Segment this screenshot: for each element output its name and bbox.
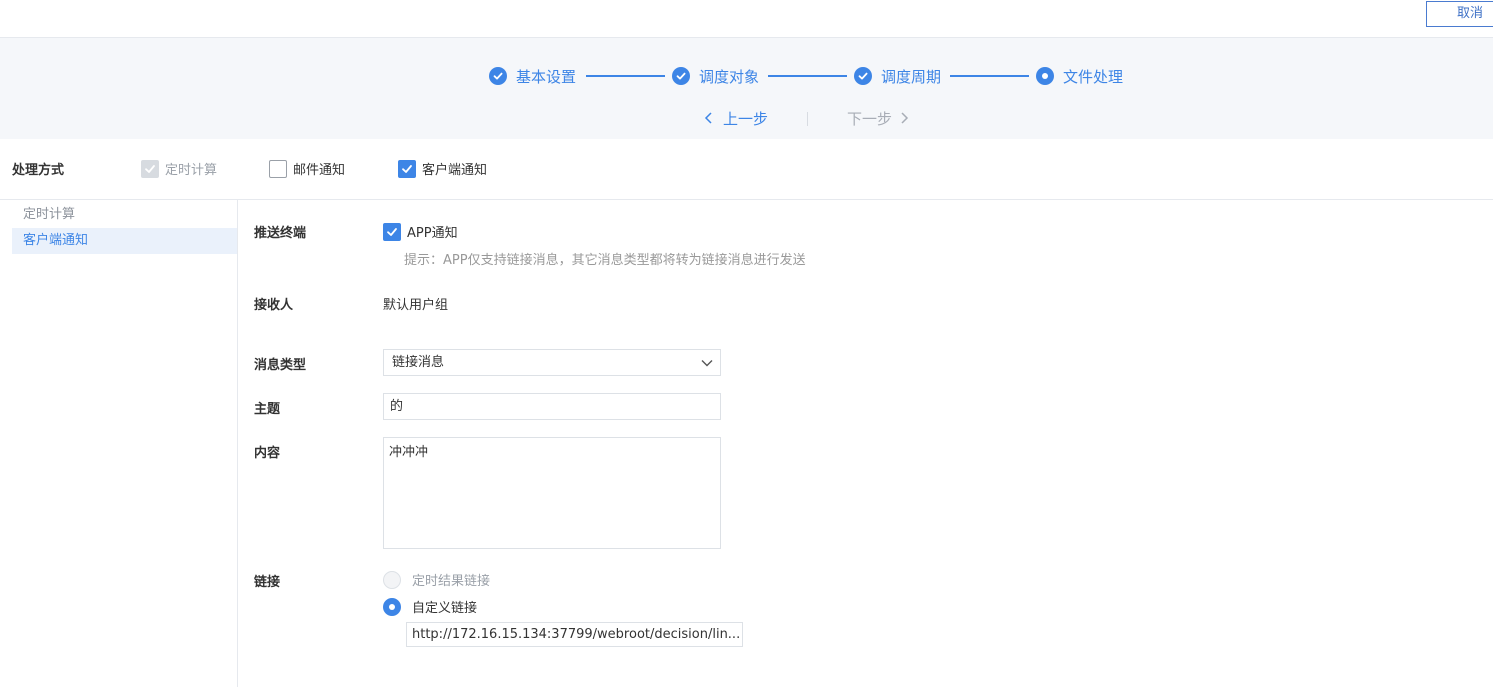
method-client-checkbox[interactable]: 客户端通知	[398, 159, 487, 178]
link-label: 链接	[254, 575, 281, 590]
step-basic-settings[interactable]: 基本设置	[489, 65, 576, 87]
method-email-checkbox[interactable]: 邮件通知	[269, 159, 345, 178]
cancel-button[interactable]: 取消	[1426, 1, 1493, 27]
message-type-value: 链接消息	[392, 355, 445, 370]
checkbox-label: 定时计算	[165, 163, 218, 178]
sidebar-item-client-notify[interactable]: 客户端通知	[12, 228, 237, 254]
top-bar: 取消	[0, 0, 1493, 38]
radio-selected-icon	[383, 597, 401, 616]
method-timed-calc-checkbox[interactable]: 定时计算	[141, 159, 217, 178]
check-circle-icon	[489, 67, 507, 85]
checkbox-checked-icon	[141, 159, 159, 178]
chevron-down-icon	[701, 360, 713, 367]
link-custom-radio[interactable]: 自定义链接	[383, 597, 477, 616]
checkbox-unchecked-icon	[269, 159, 287, 178]
receiver-value: 默认用户组	[383, 298, 449, 313]
wizard-steps: 基本设置 调度对象 调度周期 文件处理 上一步 下一步	[0, 38, 1493, 139]
step-label: 调度周期	[881, 67, 942, 86]
nav-divider	[807, 112, 808, 126]
current-step-icon	[1036, 67, 1054, 85]
sidebar-item-timed-calc[interactable]: 定时计算	[12, 202, 237, 228]
content-textarea[interactable]: 冲冲冲	[383, 437, 721, 549]
checkbox-label: 邮件通知	[293, 163, 346, 178]
subject-input[interactable]: 的	[383, 393, 721, 420]
checkbox-label: 客户端通知	[422, 163, 488, 178]
processing-method-row: 处理方式 定时计算 邮件通知 客户端通知	[0, 139, 1493, 200]
checkbox-checked-icon	[383, 222, 401, 241]
radio-label: 定时结果链接	[412, 574, 491, 589]
check-circle-icon	[672, 67, 690, 85]
custom-link-input[interactable]: http://172.16.15.134:37799/webroot/decis…	[406, 622, 743, 647]
checkbox-label: APP通知	[407, 226, 458, 241]
step-label: 基本设置	[516, 67, 577, 86]
content-label: 内容	[254, 446, 281, 461]
radio-unselected-icon	[383, 570, 401, 589]
step-schedule-period[interactable]: 调度周期	[854, 65, 941, 87]
push-terminal-label: 推送终端	[254, 226, 307, 241]
prev-step-button[interactable]: 上一步	[703, 108, 768, 128]
step-schedule-target[interactable]: 调度对象	[672, 65, 759, 87]
next-step-button[interactable]: 下一步	[847, 108, 910, 128]
checkbox-checked-icon	[398, 159, 416, 178]
push-terminal-hint: 提示：APP仅支持链接消息，其它消息类型都将转为链接消息进行发送	[404, 253, 806, 268]
subject-label: 主题	[254, 402, 281, 417]
step-connector	[586, 75, 665, 77]
receiver-label: 接收人	[254, 298, 294, 313]
processing-method-label: 处理方式	[12, 163, 65, 178]
chevron-left-icon	[704, 112, 712, 124]
step-file-processing[interactable]: 文件处理	[1036, 65, 1123, 87]
message-type-label: 消息类型	[254, 358, 307, 373]
app-notify-checkbox[interactable]: APP通知	[383, 222, 458, 241]
link-result-radio[interactable]: 定时结果链接	[383, 570, 490, 589]
message-type-select[interactable]: 链接消息	[383, 349, 721, 376]
sidebar: 定时计算 客户端通知	[0, 200, 238, 687]
prev-step-label: 上一步	[723, 109, 769, 128]
step-connector	[950, 75, 1029, 77]
chevron-right-icon	[901, 112, 909, 124]
step-label: 文件处理	[1063, 67, 1124, 86]
radio-label: 自定义链接	[412, 601, 478, 616]
next-step-label: 下一步	[847, 109, 893, 128]
step-connector	[768, 75, 847, 77]
step-label: 调度对象	[699, 67, 760, 86]
check-circle-icon	[854, 67, 872, 85]
